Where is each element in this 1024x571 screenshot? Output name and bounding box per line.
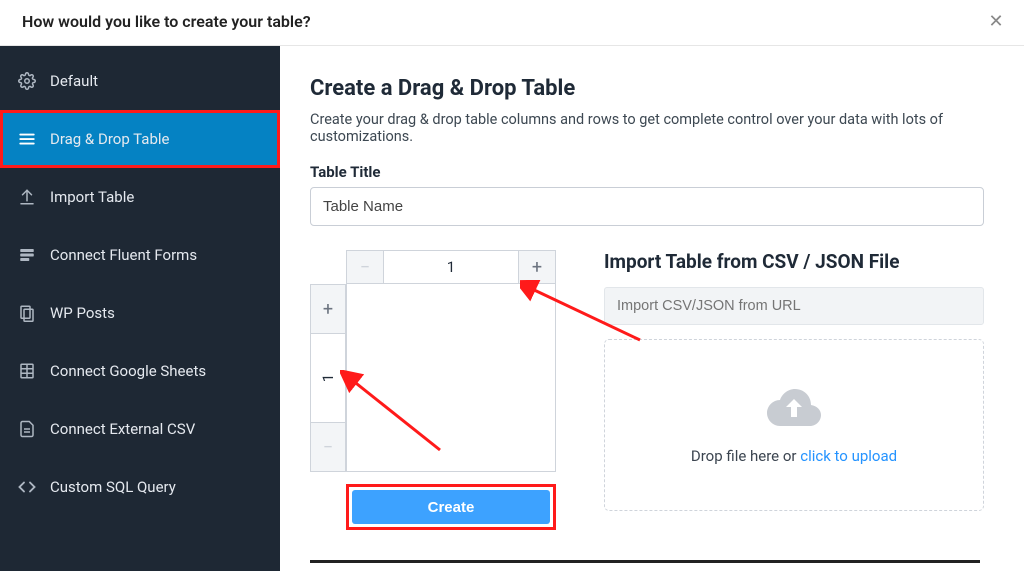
sidebar-item-label: WP Posts — [50, 304, 115, 322]
click-to-upload-link[interactable]: click to upload — [800, 447, 897, 465]
close-button[interactable]: ✕ — [986, 12, 1006, 32]
plus-icon: + — [323, 299, 333, 320]
file-drop-zone[interactable]: Drop file here or click to upload — [604, 339, 984, 511]
table-title-label: Table Title — [310, 163, 984, 181]
columns-decrement-button[interactable]: − — [346, 250, 384, 284]
sidebar: Default Drag & Drop Table Import Table C… — [0, 46, 280, 571]
sidebar-item-label: Default — [50, 72, 98, 90]
import-panel: Import Table from CSV / JSON File Drop f… — [604, 250, 984, 511]
sidebar-item-drag-drop-table[interactable]: Drag & Drop Table — [0, 110, 280, 168]
sidebar-item-connect-google-sheets[interactable]: Connect Google Sheets — [0, 342, 280, 400]
page-heading: Create a Drag & Drop Table — [310, 76, 984, 101]
rows-decrement-button[interactable]: − — [310, 422, 346, 472]
sidebar-item-label: Connect Google Sheets — [50, 362, 206, 380]
sidebar-item-label: Custom SQL Query — [50, 478, 176, 496]
sidebar-item-label: Connect Fluent Forms — [50, 246, 197, 264]
sidebar-item-label: Import Table — [50, 188, 134, 206]
close-icon: ✕ — [988, 11, 1003, 32]
table-preview-canvas — [346, 284, 556, 472]
sidebar-item-wp-posts[interactable]: WP Posts — [0, 284, 280, 342]
rows-stepper: + 1 − — [310, 284, 346, 472]
rows-value: 1 — [310, 334, 346, 422]
main-content: Create a Drag & Drop Table Create your d… — [280, 46, 1024, 571]
sheets-icon — [18, 362, 36, 380]
columns-value: 1 — [384, 250, 518, 284]
gear-icon — [18, 72, 36, 90]
minus-icon: − — [323, 437, 333, 458]
rows-increment-button[interactable]: + — [310, 284, 346, 334]
sidebar-item-default[interactable]: Default — [0, 52, 280, 110]
create-button[interactable]: Create — [352, 490, 550, 524]
minus-icon: − — [360, 257, 370, 278]
posts-icon — [18, 304, 36, 322]
table-size-builder: − 1 + + 1 — [310, 250, 556, 530]
menu-icon — [18, 130, 36, 148]
columns-stepper: − 1 + — [346, 250, 556, 284]
columns-increment-button[interactable]: + — [518, 250, 556, 284]
plus-icon: + — [532, 257, 542, 278]
modal-title: How would you like to create your table? — [22, 12, 311, 31]
form-icon — [18, 246, 36, 264]
import-heading: Import Table from CSV / JSON File — [604, 250, 984, 273]
upload-icon — [18, 188, 36, 206]
divider — [310, 560, 980, 563]
sidebar-item-label: Drag & Drop Table — [50, 130, 169, 148]
code-icon — [18, 478, 36, 496]
sidebar-item-connect-fluent-forms[interactable]: Connect Fluent Forms — [0, 226, 280, 284]
sidebar-item-connect-external-csv[interactable]: Connect External CSV — [0, 400, 280, 458]
sidebar-item-custom-sql-query[interactable]: Custom SQL Query — [0, 458, 280, 516]
drop-zone-text: Drop file here or click to upload — [691, 447, 897, 465]
table-title-input[interactable] — [310, 187, 984, 226]
sidebar-item-label: Connect External CSV — [50, 420, 195, 438]
cloud-upload-icon — [765, 385, 823, 433]
sidebar-item-import-table[interactable]: Import Table — [0, 168, 280, 226]
document-icon — [18, 420, 36, 438]
page-description: Create your drag & drop table columns an… — [310, 111, 984, 145]
import-url-input[interactable] — [604, 287, 984, 325]
